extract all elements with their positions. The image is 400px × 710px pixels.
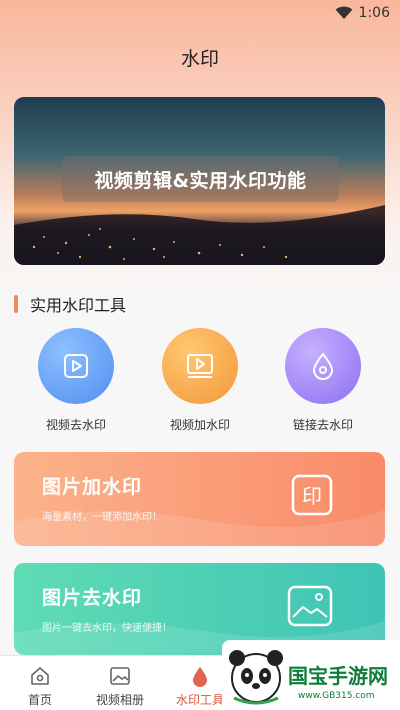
section-title: 实用水印工具: [30, 296, 127, 315]
status-time: 1:06: [358, 5, 390, 21]
tool-video-add-circle: [162, 328, 238, 404]
card-image-add-watermark[interactable]: 图片加水印 海量素材，一键添加水印！ 印: [14, 452, 385, 546]
watermark-icon: [193, 667, 207, 687]
section-accent-bar: [14, 295, 18, 313]
tool-link-remove-circle: [285, 328, 361, 404]
tool-video-remove-circle: [38, 328, 114, 404]
tool-label: 链接去水印: [292, 418, 353, 432]
drop-icon: [312, 352, 334, 380]
image-icon: [110, 667, 130, 685]
banner-caption: 视频剪辑&实用水印功能: [62, 156, 339, 202]
stamp-icon-glyph: 印: [302, 484, 322, 508]
card-subtitle: 图片一键去水印，快速便捷！: [42, 623, 172, 634]
banner[interactable]: 视频剪辑&实用水印功能: [14, 97, 385, 265]
wifi-icon: [335, 6, 353, 19]
page-title: 水印: [180, 48, 219, 70]
card-subtitle: 海量素材，一键添加水印！: [42, 512, 162, 523]
tab-label: 水印工具: [175, 693, 224, 707]
tool-video-add-watermark[interactable]: 视频加水印: [150, 328, 250, 433]
play-icon: [64, 354, 88, 378]
stamp-icon: 印: [291, 474, 333, 520]
tab-label: 首页: [27, 693, 52, 707]
panda-logo-icon: [229, 650, 283, 705]
section-header: 实用水印工具: [14, 292, 126, 316]
logo-text: 国宝手游网: [288, 664, 388, 688]
home-icon: [31, 667, 49, 685]
status-bar: 1:06: [0, 0, 400, 26]
logo-url: www.GB315.com: [298, 691, 375, 701]
tool-video-remove-watermark[interactable]: 视频去水印: [26, 328, 126, 433]
tab-video-album[interactable]: 视频相册: [80, 656, 160, 710]
tab-label: 视频相册: [95, 693, 144, 707]
card-title: 图片去水印: [42, 587, 143, 609]
video-frame-icon: [187, 354, 213, 378]
tool-label: 视频加水印: [169, 418, 230, 432]
site-logo-watermark: 国宝手游网 www.GB315.com: [222, 640, 400, 710]
tab-home[interactable]: 首页: [0, 656, 80, 710]
image-icon: [287, 585, 333, 631]
tool-link-remove-watermark[interactable]: 链接去水印: [273, 328, 373, 433]
card-title: 图片加水印: [42, 476, 143, 498]
tool-label: 视频去水印: [45, 418, 106, 432]
